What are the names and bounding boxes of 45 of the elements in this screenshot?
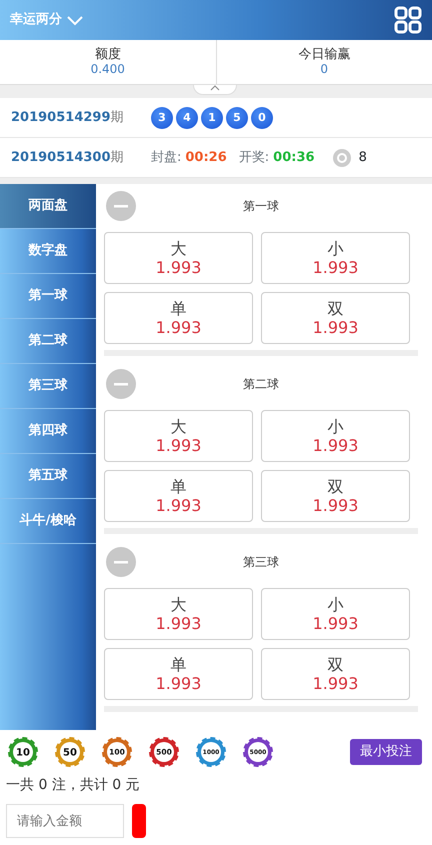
collapse-icon[interactable] [106, 547, 136, 577]
bet-option[interactable]: 单 1.993 [104, 292, 253, 344]
grid-menu-icon[interactable] [394, 6, 422, 34]
section-title: 第一球 [243, 198, 279, 215]
chip-icon[interactable]: 10 [6, 735, 40, 769]
sidebar-tab[interactable]: 两面盘 [0, 184, 96, 229]
result-ball: 4 [176, 106, 198, 128]
caret-up-icon [210, 85, 220, 91]
refresh-icon[interactable] [332, 148, 351, 166]
result-ball: 3 [151, 106, 173, 128]
close-time: 00:26 [185, 148, 227, 167]
period-number: 20190514300期 [11, 148, 124, 167]
result-ball: 5 [226, 106, 248, 128]
amount-field[interactable]: 请输入金额 [6, 804, 124, 838]
section-title: 第二球 [243, 376, 279, 393]
bet-option[interactable]: 双 1.993 [261, 292, 410, 344]
bet-option[interactable]: 大 1.993 [104, 588, 253, 640]
stat-value: 0 [319, 62, 330, 77]
collapse-icon[interactable] [106, 191, 136, 221]
stat-value: 0.400 [90, 62, 126, 77]
collapse-icon[interactable] [106, 369, 136, 399]
period-number: 20190514299期 [11, 108, 124, 127]
chip-icon[interactable]: 50 [53, 735, 87, 769]
refresh-countdown: 8 [358, 148, 367, 167]
bet-option[interactable]: 小 1.993 [261, 232, 410, 284]
timer-label: 开奖: [238, 148, 270, 167]
result-ball: 0 [251, 106, 273, 128]
timer-label: 封盘: [151, 148, 182, 167]
bet-option[interactable]: 双 1.993 [261, 648, 410, 700]
bet-option[interactable]: 大 1.993 [104, 410, 253, 462]
bet-option[interactable]: 双 1.993 [261, 470, 410, 522]
bet-option[interactable]: 大 1.993 [104, 232, 253, 284]
stat-label: 额度 [94, 47, 122, 62]
confirm-button[interactable] [132, 804, 146, 838]
collapse-tab[interactable] [193, 85, 237, 95]
result-ball: 1 [201, 106, 223, 128]
bet-option[interactable]: 小 1.993 [261, 410, 410, 462]
bet-option[interactable]: 小 1.993 [261, 588, 410, 640]
bet-summary: 一共 0 注，共计 0 元 [6, 776, 141, 795]
stat-label: 今日输赢 [297, 47, 352, 62]
bet-option[interactable]: 单 1.993 [104, 648, 253, 700]
open-time: 00:36 [273, 148, 315, 167]
min-bet-button[interactable]: 最小投注 [350, 739, 422, 765]
bet-option[interactable]: 单 1.993 [104, 470, 253, 522]
section-title: 第三球 [243, 554, 279, 571]
